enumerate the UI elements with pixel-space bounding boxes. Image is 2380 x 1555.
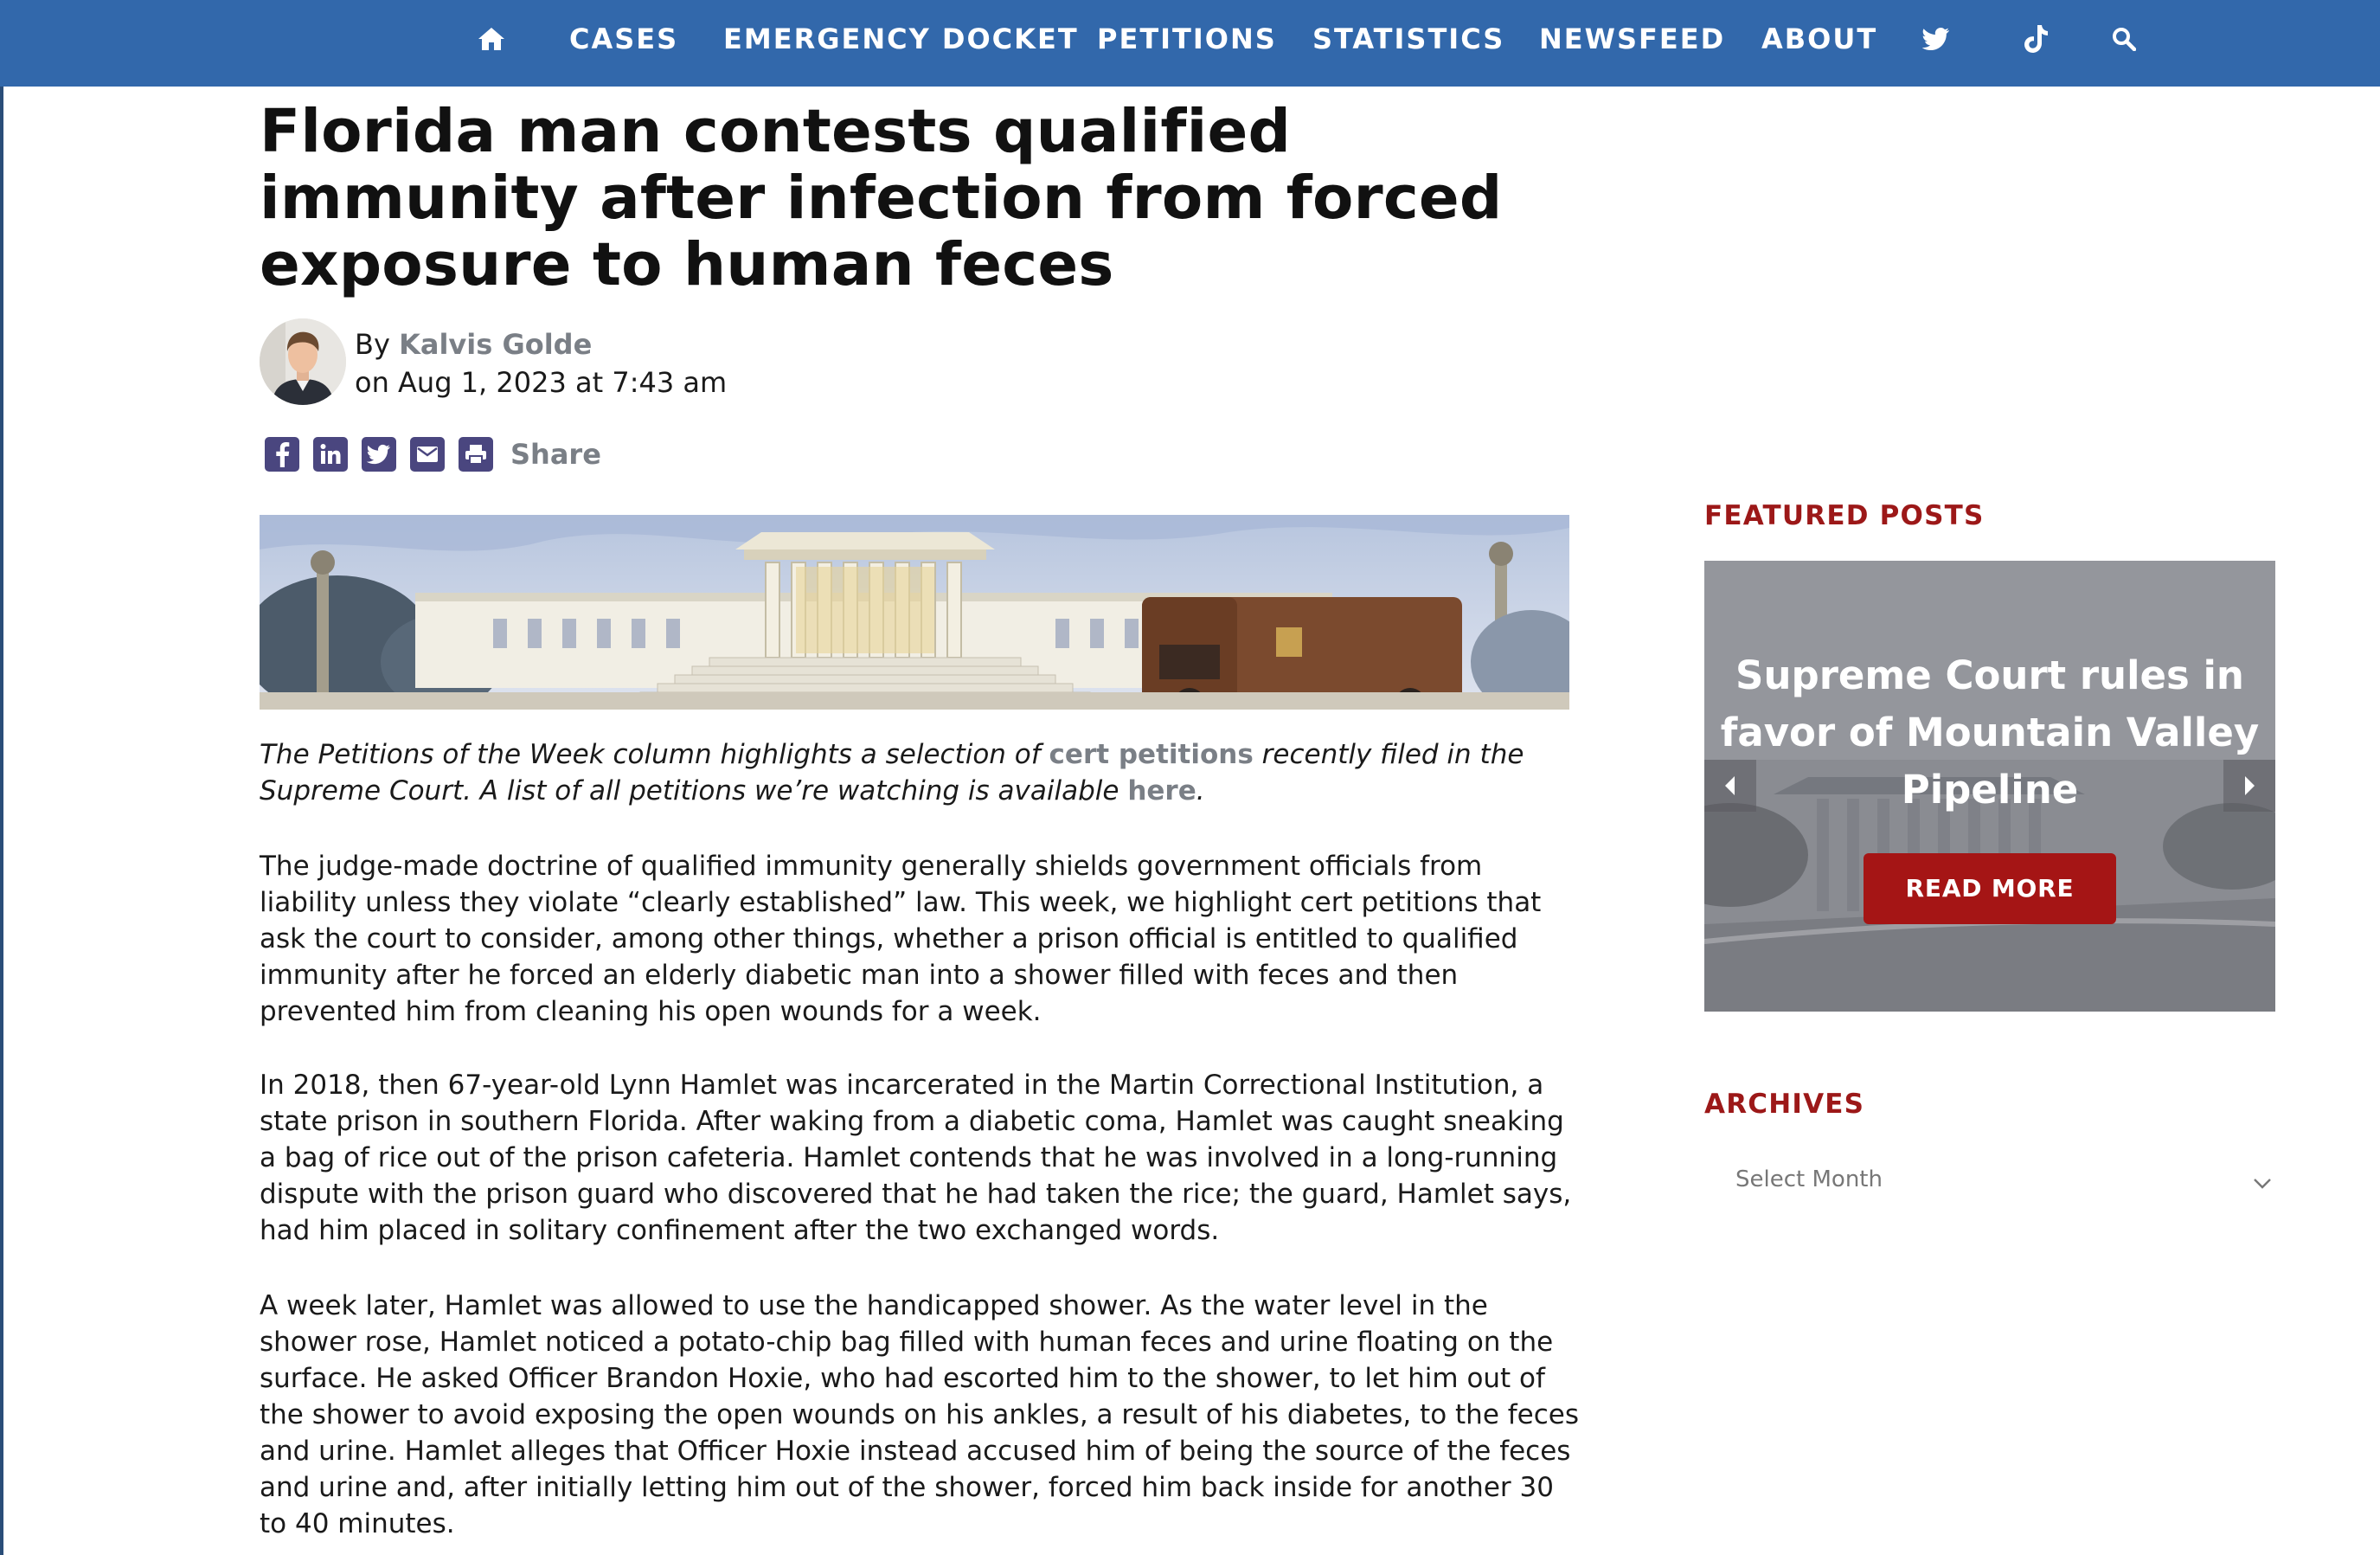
column-intro: The Petitions of the Week column highlig… bbox=[260, 736, 1583, 809]
publish-date: on Aug 1, 2023 at 7:43 am bbox=[355, 366, 728, 399]
nav-emergency-docket[interactable]: EMERGENCY DOCKET bbox=[723, 0, 1079, 78]
nav-statistics[interactable]: STATISTICS bbox=[1312, 0, 1504, 78]
nav-cases[interactable]: CASES bbox=[569, 0, 678, 78]
intro-text-1: The Petitions of the Week column highlig… bbox=[260, 739, 1049, 770]
featured-post-title[interactable]: Supreme Court rules in favor of Mountain… bbox=[1704, 647, 2275, 819]
featured-post-card[interactable]: Supreme Court rules in favor of Mountain… bbox=[1704, 561, 2275, 1012]
chevron-right-icon[interactable] bbox=[2223, 760, 2275, 812]
article-paragraph-3: A week later, Hamlet was allowed to use … bbox=[260, 1290, 1580, 1539]
twitter-icon[interactable] bbox=[1922, 0, 1950, 78]
print-icon[interactable] bbox=[459, 437, 493, 472]
top-navigation-bar: CASES EMERGENCY DOCKET PETITIONS STATIST… bbox=[0, 0, 2380, 87]
share-label[interactable]: Share bbox=[510, 438, 601, 471]
email-icon[interactable] bbox=[410, 437, 445, 472]
tiktok-icon[interactable] bbox=[2024, 0, 2050, 78]
twitter-share-icon[interactable] bbox=[362, 437, 396, 472]
read-more-button[interactable]: READ MORE bbox=[1864, 853, 2116, 924]
linkedin-icon[interactable] bbox=[313, 437, 348, 472]
facebook-icon[interactable] bbox=[265, 437, 299, 472]
author-link[interactable]: Kalvis Golde bbox=[399, 328, 592, 361]
article-byline: By Kalvis Golde on Aug 1, 2023 at 7:43 a… bbox=[355, 325, 727, 402]
page-edge-strip bbox=[0, 87, 3, 1555]
share-bar: Share bbox=[265, 435, 601, 473]
archives-select-value: Select Month bbox=[1735, 1166, 1883, 1192]
nav-about[interactable]: ABOUT bbox=[1761, 0, 1877, 78]
nav-petitions[interactable]: PETITIONS bbox=[1097, 0, 1277, 78]
article-paragraph-2: In 2018, then 67-year-old Lynn Hamlet wa… bbox=[260, 1070, 1572, 1246]
nav-newsfeed[interactable]: NEWSFEED bbox=[1539, 0, 1725, 78]
chevron-down-icon bbox=[2253, 1170, 2272, 1196]
home-icon[interactable] bbox=[478, 0, 505, 78]
featured-posts-heading: FEATURED POSTS bbox=[1704, 500, 1985, 531]
article-title: Florida man contests qualified immunity … bbox=[260, 97, 1503, 299]
archives-heading: ARCHIVES bbox=[1704, 1089, 1865, 1120]
intro-text-3: . bbox=[1196, 775, 1205, 806]
chevron-left-icon[interactable] bbox=[1704, 760, 1756, 812]
search-icon[interactable] bbox=[2112, 0, 2136, 78]
hero-illustration bbox=[260, 515, 1569, 710]
byline-prefix: By bbox=[355, 328, 390, 361]
cert-petitions-link[interactable]: cert petitions bbox=[1049, 739, 1254, 770]
article-paragraph-1: The judge-made doctrine of qualified imm… bbox=[260, 851, 1542, 1027]
archives-month-select[interactable]: Select Month bbox=[1704, 1154, 2275, 1206]
author-avatar[interactable] bbox=[260, 318, 346, 405]
petitions-list-link[interactable]: here bbox=[1127, 775, 1196, 806]
